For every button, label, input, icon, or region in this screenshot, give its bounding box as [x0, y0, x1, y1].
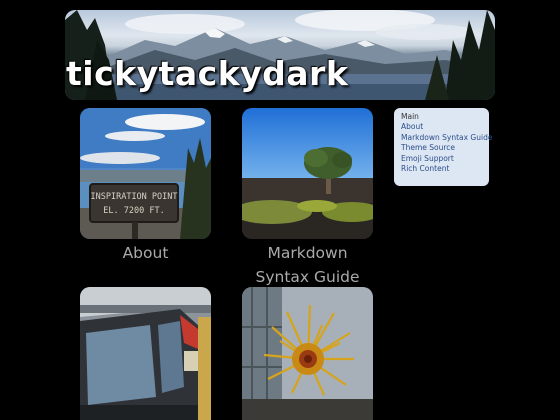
card-glass-sculpture[interactable] — [242, 287, 373, 420]
sidebar-menu: Main About Markdown Syntax Guide Theme S… — [394, 108, 492, 186]
menu-item-markdown-syntax-guide[interactable]: Markdown Syntax Guide — [401, 133, 492, 143]
glass-sculpture-thumbnail-image[interactable] — [242, 287, 373, 420]
sign-text-line-1: INSPIRATION POINT — [91, 192, 178, 202]
card-markdown-syntax-guide-link[interactable]: Markdown Syntax Guide — [242, 241, 373, 289]
sign-text-line-2: EL. 7200 FT. — [103, 206, 164, 216]
card-markdown-syntax-guide[interactable]: Markdown Syntax Guide — [242, 108, 373, 289]
menu-item-main[interactable]: Main — [401, 112, 482, 122]
menu-item-theme-source[interactable]: Theme Source — [401, 143, 482, 153]
menu-item-emoji-support[interactable]: Emoji Support — [401, 154, 482, 164]
train-thumbnail-image[interactable] — [80, 287, 211, 420]
card-about[interactable]: INSPIRATION POINT EL. 7200 FT. About — [80, 108, 211, 265]
menu-item-rich-content[interactable]: Rich Content — [401, 164, 482, 174]
card-about-link[interactable]: About — [80, 241, 211, 265]
card-train[interactable] — [80, 287, 211, 420]
menu-item-about[interactable]: About — [401, 122, 482, 132]
markdown-thumbnail-image[interactable] — [242, 108, 373, 239]
about-thumbnail-image[interactable]: INSPIRATION POINT EL. 7200 FT. — [80, 108, 211, 239]
site-title[interactable]: tickytackydark — [66, 54, 348, 93]
